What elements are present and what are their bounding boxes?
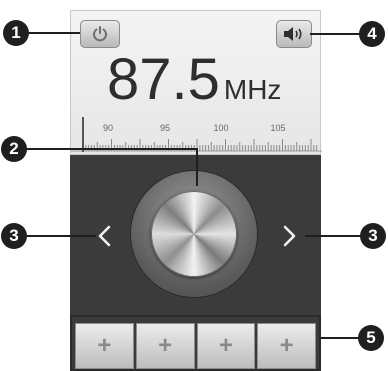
chevron-left-icon[interactable] xyxy=(94,223,116,249)
callout-4: 4 xyxy=(359,21,385,47)
scale-label-100: 100 xyxy=(213,123,228,133)
power-icon xyxy=(93,26,107,42)
scale-label-105: 105 xyxy=(270,123,285,133)
speaker-icon xyxy=(284,27,302,41)
power-button[interactable] xyxy=(80,20,120,48)
callout-1-leader xyxy=(28,32,80,34)
fm-radio-screen: 87.5 MHz 90 95 100 105 + + + + xyxy=(70,10,322,371)
callout-2-leader-h xyxy=(26,148,198,150)
volume-button[interactable] xyxy=(276,20,312,48)
callout-3-left-leader xyxy=(26,235,96,237)
frequency-value: 87.5 xyxy=(107,47,220,112)
callout-3-right-leader xyxy=(305,235,363,237)
tuning-dial-knob[interactable] xyxy=(151,191,237,277)
preset-button-4[interactable]: + xyxy=(257,323,316,369)
callout-4-leader xyxy=(310,33,362,35)
preset-button-1[interactable]: + xyxy=(75,323,134,369)
chevron-right-icon[interactable] xyxy=(278,223,300,249)
preset-bar: + + + + xyxy=(70,315,321,371)
callout-5-leader xyxy=(321,337,361,339)
callout-5: 5 xyxy=(358,325,384,351)
callout-2-leader-v xyxy=(196,148,198,186)
callout-3-left: 3 xyxy=(1,223,27,249)
preset-button-3[interactable]: + xyxy=(196,323,256,369)
callout-2: 2 xyxy=(1,136,27,162)
frequency-readout: 87.5 MHz xyxy=(107,49,317,111)
callout-1: 1 xyxy=(3,20,29,46)
callout-3-right: 3 xyxy=(360,223,386,249)
frequency-display-panel: 87.5 MHz 90 95 100 105 xyxy=(70,10,322,155)
frequency-unit: MHz xyxy=(223,74,282,105)
scale-label-90: 90 xyxy=(103,123,113,133)
preset-button-2[interactable]: + xyxy=(135,323,195,369)
scale-label-95: 95 xyxy=(160,123,170,133)
tuning-dial[interactable] xyxy=(131,171,257,297)
